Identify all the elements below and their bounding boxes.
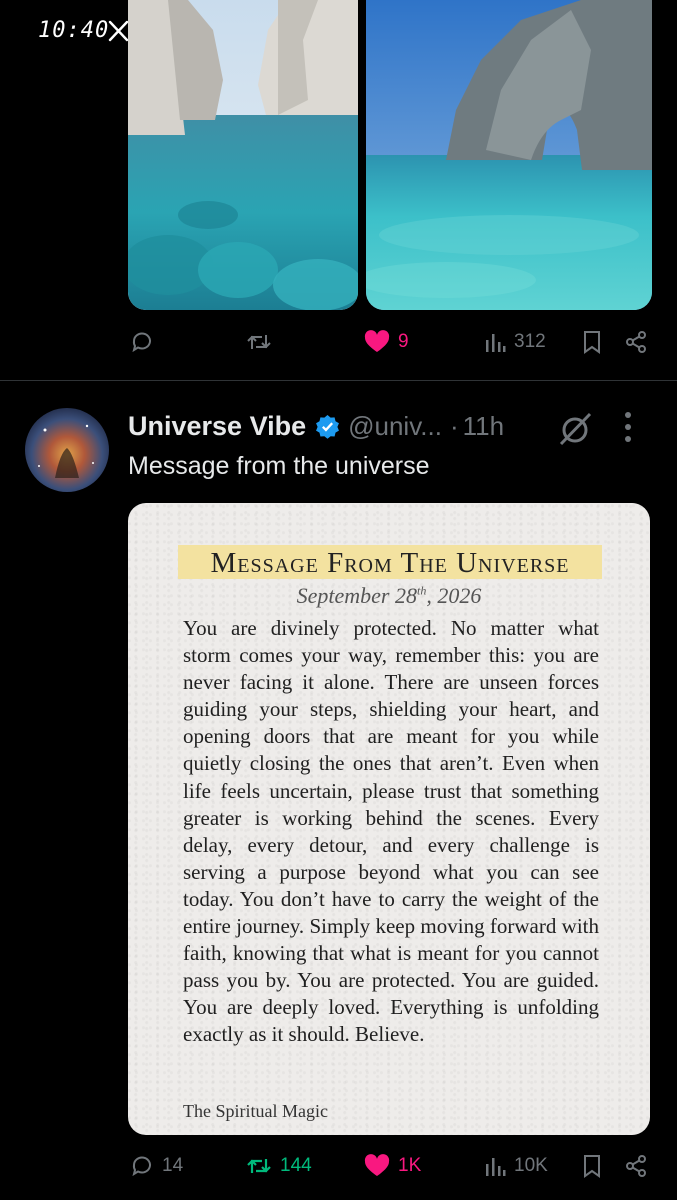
card-title-highlight: Message From The Universe <box>178 545 602 579</box>
bookmark-icon <box>584 1155 600 1178</box>
more-button[interactable] <box>622 410 634 449</box>
like-button[interactable]: 9 <box>364 330 409 354</box>
repost-icon <box>247 335 271 349</box>
card-body: You are divinely protected. No matter wh… <box>183 616 599 1047</box>
view-count: 10K <box>514 1155 548 1176</box>
reply-count: 14 <box>162 1155 184 1176</box>
tweet1-actions: 9 312 <box>0 330 677 366</box>
x-logo-icon <box>108 20 129 42</box>
reply-button[interactable]: 14 <box>130 1154 183 1178</box>
card-date-suffix: th <box>417 583 427 598</box>
card-source: The Spiritual Magic <box>183 1101 328 1121</box>
author-handle[interactable]: @univ... <box>348 411 442 442</box>
more-icon <box>625 412 631 442</box>
card-title: Message From The Universe <box>210 547 570 579</box>
reply-button[interactable] <box>130 330 154 354</box>
avatar[interactable] <box>25 408 109 492</box>
like-count: 9 <box>398 331 409 352</box>
card-date-year: , 2026 <box>426 583 482 608</box>
repost-button[interactable] <box>246 330 272 354</box>
grok-button[interactable] <box>556 410 594 453</box>
share-icon <box>626 1155 646 1177</box>
verified-icon <box>316 414 340 439</box>
tweet-header: Universe Vibe @univ... · 11h <box>128 408 504 444</box>
views-button[interactable]: 10K <box>484 1154 548 1178</box>
views-icon <box>486 334 506 352</box>
reply-icon <box>132 332 151 353</box>
share-button[interactable] <box>624 1154 648 1178</box>
share-icon <box>626 331 646 353</box>
tweet-divider <box>0 380 677 381</box>
author-name[interactable]: Universe Vibe <box>128 411 306 442</box>
bookmark-button[interactable] <box>582 1154 602 1178</box>
tweet-text: Message from the universe <box>128 452 430 480</box>
repost-button[interactable]: 144 <box>246 1154 312 1178</box>
like-count: 1K <box>398 1155 422 1176</box>
card-date-month-day: September 28 <box>296 583 417 608</box>
card-date: September 28th, 2026 <box>128 583 650 609</box>
media-image-cove[interactable] <box>128 0 358 310</box>
media-quote-card[interactable]: Message From The Universe September 28th… <box>128 503 650 1135</box>
timestamp[interactable]: 11h <box>463 411 504 442</box>
repost-icon <box>247 1159 271 1173</box>
status-time: 10:40 <box>38 18 110 43</box>
views-button[interactable]: 312 <box>484 330 546 354</box>
tweet2-actions: 14 144 1K 10K <box>0 1154 677 1190</box>
views-icon <box>486 1158 506 1176</box>
like-button[interactable]: 1K <box>364 1154 421 1178</box>
heart-icon <box>364 1154 390 1176</box>
repost-count: 144 <box>280 1155 312 1176</box>
heart-icon <box>364 330 390 352</box>
share-button[interactable] <box>624 330 648 354</box>
header-separator: · <box>449 410 459 441</box>
reply-icon <box>132 1156 151 1177</box>
media-image-arch[interactable] <box>366 0 652 310</box>
bookmark-icon <box>584 331 600 354</box>
view-count: 312 <box>514 331 546 352</box>
grok-icon <box>559 412 592 446</box>
bookmark-button[interactable] <box>582 330 602 354</box>
